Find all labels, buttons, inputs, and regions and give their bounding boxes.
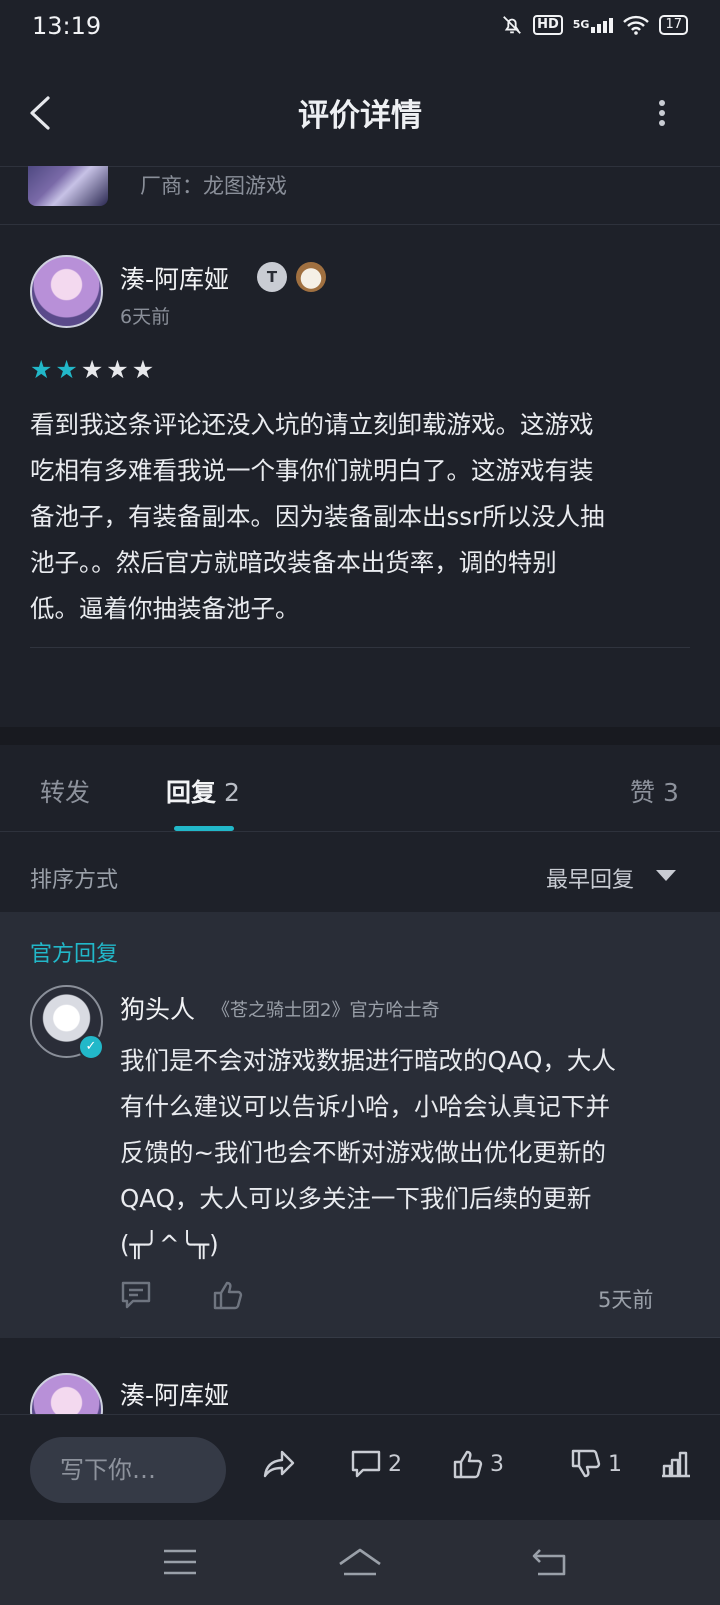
level-badge: T [257, 262, 287, 292]
reply-line: 我们是不会对游戏数据进行暗改的QAQ，大人 [120, 1046, 616, 1075]
review-time: 6天前 [120, 306, 171, 328]
comment-icon [351, 1450, 381, 1478]
review-content: 看到我这条评论还没入坑的请立刻卸载游戏。这游戏 吃相有多难看我说一个事你们就明白… [30, 402, 690, 632]
comment-input[interactable]: 写下你… [30, 1437, 226, 1503]
official-reply-time: 5天前 [598, 1288, 654, 1312]
game-vendor: 厂商：龙图游戏 [140, 174, 287, 198]
tab-forward[interactable]: 转发 [40, 773, 90, 809]
home-icon[interactable] [336, 1546, 384, 1578]
page-title: 评价详情 [298, 98, 422, 134]
reply-line: (╥╯^╰╥) [120, 1230, 219, 1259]
official-reply-content: 我们是不会对游戏数据进行暗改的QAQ，大人 有什么建议可以告诉小哈，小哈会认真记… [120, 1038, 695, 1268]
official-reply-card: 官方回复 ✓ 狗头人 《苍之骑士团2》官方哈士奇 我们是不会对游戏数据进行暗改的… [0, 912, 720, 1338]
thumbs-up-icon[interactable] [212, 1280, 244, 1310]
thumbs-up-icon [453, 1450, 483, 1479]
review-line: 池子。。然后官方就暗改装备本出货率，调的特别 [30, 548, 557, 577]
star-empty-icon: ★ [106, 355, 129, 384]
status-icons: HD 5G 17 [501, 14, 688, 36]
thumbs-down-icon [571, 1449, 601, 1478]
network-type: 5G [572, 17, 590, 31]
verified-check-icon: ✓ [78, 1034, 104, 1060]
review-line: 吃相有多难看我说一个事你们就明白了。这游戏有装 [30, 456, 594, 485]
official-reply-title: 《苍之骑士团2》官方哈士奇 [212, 1000, 440, 1021]
active-tab-indicator [174, 826, 234, 831]
dislike-count: 1 [608, 1451, 622, 1477]
avatar[interactable] [30, 255, 103, 328]
tab-like-count: 3 [663, 778, 679, 807]
comment-count: 2 [388, 1451, 402, 1477]
official-reply-name[interactable]: 狗头人 [120, 990, 195, 1026]
star-filled-icon: ★ [30, 355, 53, 384]
mute-bell-icon [503, 16, 521, 34]
hd-icon: HD [533, 15, 563, 35]
share-button[interactable] [262, 1449, 296, 1479]
like-button[interactable]: 3 [452, 1449, 504, 1479]
star-empty-icon: ★ [131, 355, 155, 384]
avatar[interactable] [30, 1373, 103, 1414]
status-time: 13:19 [32, 12, 102, 40]
tab-like-label: 赞 [630, 778, 656, 807]
top-bar: 评价详情 [0, 56, 720, 167]
star-empty-icon: ★ [80, 355, 104, 384]
reply-line: 反馈的~我们也会不断对游戏做出优化更新的 [120, 1138, 607, 1167]
review-username[interactable]: 湊-阿库娅 [120, 260, 229, 296]
stats-button[interactable] [658, 1449, 692, 1479]
tab-reply[interactable]: 回复 2 [166, 773, 240, 809]
dog-badge-icon [296, 262, 326, 292]
system-nav-bar [0, 1520, 720, 1605]
sort-dropdown[interactable]: 最早回复 [546, 862, 634, 894]
review-line: 看到我这条评论还没入坑的请立刻卸载游戏。这游戏 [30, 410, 594, 439]
wifi-icon [623, 15, 650, 35]
comment-icon[interactable] [120, 1280, 152, 1310]
battery-icon: 17 [659, 15, 688, 35]
dislike-button[interactable]: 1 [570, 1449, 622, 1479]
bottom-action-bar: 写下你… 2 3 1 [0, 1414, 720, 1521]
status-bar: 13:19 HD 5G 17 [0, 0, 720, 56]
signal-icon: 5G [572, 17, 614, 33]
caret-down-icon[interactable] [656, 870, 676, 881]
next-reply: 湊-阿库娅 [0, 1338, 720, 1414]
tab-forward-label: 转发 [40, 778, 91, 807]
share-icon [263, 1450, 295, 1478]
next-reply-name[interactable]: 湊-阿库娅 [120, 1376, 229, 1412]
bar-chart-icon [662, 1451, 690, 1478]
official-reply-label: 官方回复 [30, 942, 119, 967]
like-count: 3 [490, 1451, 504, 1477]
tab-reply-count: 2 [224, 778, 240, 807]
sort-label: 排序方式 [30, 868, 119, 893]
review-line: 备池子，有装备副本。因为装备副本出ssr所以没人抽 [30, 502, 605, 531]
reply-line: 有什么建议可以告诉小哈，小哈会认真记下并 [120, 1092, 610, 1121]
tab-like[interactable]: 赞3 [630, 773, 679, 809]
comment-button[interactable]: 2 [350, 1449, 402, 1479]
back-nav-icon[interactable] [530, 1546, 568, 1578]
review-line: 低。逼着你抽装备池子。 [30, 594, 300, 623]
rating-stars: ★ ★ ★ ★ ★ [30, 355, 154, 384]
tab-bar: 转发 回复 2 赞3 [0, 745, 720, 832]
divider [30, 647, 690, 648]
section-separator [0, 727, 720, 745]
more-options-icon[interactable] [658, 100, 666, 126]
reply-actions [120, 1280, 244, 1310]
game-thumbnail [28, 166, 108, 206]
tab-reply-label: 回复 [166, 778, 217, 807]
reply-line: QAQ，大人可以多关注一下我们后续的更新 [120, 1184, 592, 1213]
star-filled-icon: ★ [55, 355, 78, 384]
menu-icon[interactable] [162, 1548, 198, 1576]
game-info-row[interactable]: 厂商：龙图游戏 [0, 166, 720, 225]
